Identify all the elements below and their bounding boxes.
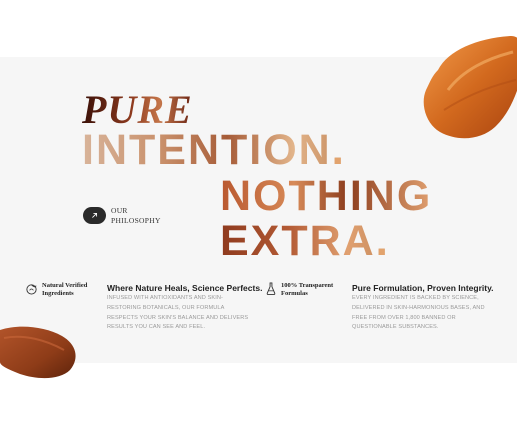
flask-icon — [266, 282, 276, 295]
headline-period: . — [331, 126, 346, 174]
philosophy-button[interactable] — [83, 207, 106, 224]
headline-extra: EXTRA. — [220, 217, 390, 265]
feature-description: INFUSED WITH ANTIOXIDANTS AND SKIN-RESTO… — [107, 295, 249, 331]
feature-tag-line1: Natural Verified — [42, 282, 88, 289]
feature-description: EVERY INGREDIENT IS BACKED BY SCIENCE, D… — [352, 295, 485, 331]
feature-title: Where Nature Heals, Science Perfects. — [107, 283, 263, 293]
feature-tag-line2: Formulas — [281, 290, 308, 297]
headline-period: . — [375, 217, 390, 265]
arrow-up-right-icon — [92, 212, 98, 218]
product-swatch-bottom-left — [0, 326, 76, 379]
leaf-drop-icon — [26, 284, 37, 295]
feature-tag-line1: 100% Transparent — [281, 282, 334, 289]
feature-tag-line2: Ingredients — [42, 290, 74, 297]
philosophy-link[interactable]: OUR PHILOSOPHY — [111, 206, 171, 226]
headline-intention: INTENTION. — [82, 126, 346, 174]
feature-tag: 100% Transparent Formulas — [281, 282, 333, 298]
product-swatch-top-right — [423, 35, 517, 139]
philosophy-label-line2: PHILOSOPHY — [111, 216, 161, 225]
feature-title: Pure Formulation, Proven Integrity. — [352, 283, 494, 293]
headline-nothing: NOTHING — [220, 172, 433, 220]
feature-tag: Natural Verified Ingredients — [42, 282, 87, 298]
philosophy-label-line1: OUR — [111, 206, 128, 215]
